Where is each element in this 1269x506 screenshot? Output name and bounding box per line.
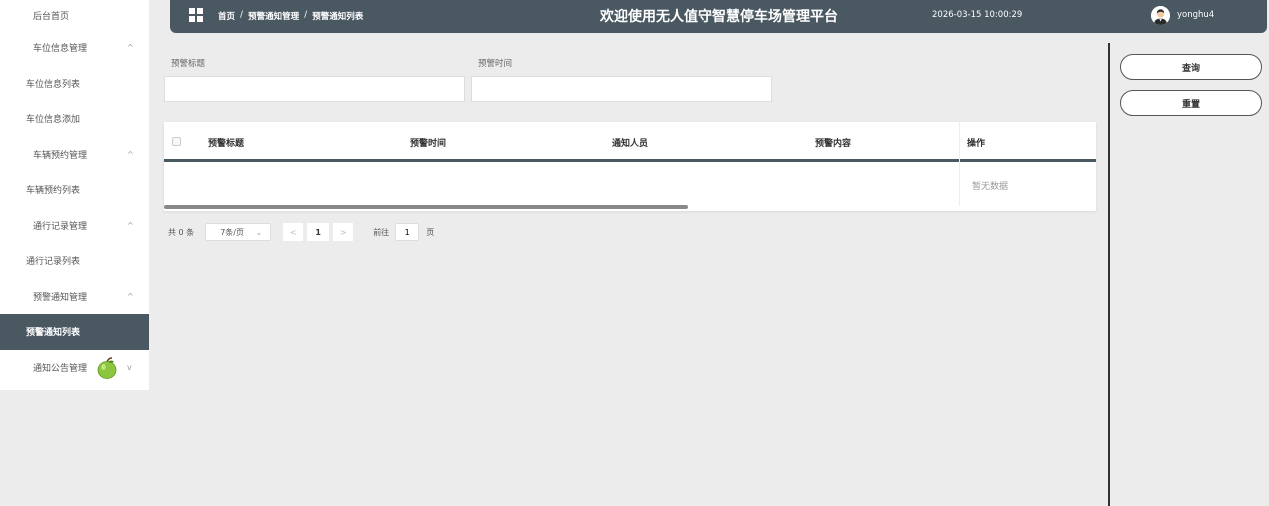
- select-all-checkbox[interactable]: [172, 137, 181, 146]
- horizontal-scrollbar[interactable]: [164, 205, 688, 209]
- goto-suffix: 页: [426, 227, 435, 237]
- header-username[interactable]: yonghu4: [1177, 10, 1214, 20]
- sidebar-item-label: 车辆预约列表: [26, 186, 81, 197]
- sidebar-group-warning-notice[interactable]: 预警通知管理 ^: [0, 279, 149, 315]
- warning-notice-table: 预警标题 预警时间 通知人员 预警内容 操作 暂无数据: [164, 122, 1096, 211]
- breadcrumb-warning-notice-list: 预警通知列表: [312, 12, 364, 22]
- avatar[interactable]: [1151, 6, 1170, 25]
- column-header-content: 预警内容: [815, 139, 852, 149]
- goto-page-input[interactable]: [395, 223, 420, 241]
- sidebar-item-label: 通行记录列表: [26, 257, 81, 268]
- sidebar-item-label: 车位信息列表: [26, 79, 81, 90]
- prev-page-button[interactable]: <: [283, 223, 304, 241]
- sidebar-group-parking-space[interactable]: 车位信息管理 ^: [0, 30, 149, 66]
- sidebar-group-vehicle-reservation[interactable]: 车辆预约管理 ^: [0, 137, 149, 173]
- sidebar-item-label: 车辆预约管理: [33, 150, 88, 161]
- sidebar-item-home[interactable]: 后台首页: [0, 0, 149, 30]
- sidebar-item-warning-notice-list[interactable]: 预警通知列表: [0, 314, 149, 350]
- column-header-time: 预警时间: [410, 139, 447, 149]
- apple-icon: [97, 356, 117, 379]
- sidebar-item-parking-space-list[interactable]: 车位信息列表: [0, 66, 149, 102]
- user-avatar-icon: [1151, 6, 1170, 25]
- breadcrumb-separator: /: [240, 10, 244, 20]
- sidebar-group-pass-records[interactable]: 通行记录管理 ^: [0, 208, 149, 244]
- sidebar: 后台首页 车位信息管理 ^ 车位信息列表 车位信息添加 车辆预约管理 ^ 车辆预…: [0, 0, 149, 390]
- column-header-title: 预警标题: [208, 139, 245, 149]
- table-header: 预警标题 预警时间 通知人员 预警内容 操作: [164, 122, 1096, 162]
- query-button[interactable]: 查询: [1120, 54, 1262, 80]
- sidebar-item-label: 通行记录管理: [33, 221, 88, 232]
- sidebar-item-label: 后台首页: [33, 11, 70, 22]
- header-datetime: 2026-03-15 10:00:29: [932, 10, 1023, 20]
- reset-button[interactable]: 重置: [1120, 90, 1262, 116]
- sidebar-item-label: 预警通知管理: [33, 292, 88, 303]
- chevron-up-icon: ^: [127, 220, 134, 230]
- warning-time-input[interactable]: [471, 76, 772, 102]
- chevron-up-icon: ^: [127, 291, 134, 301]
- sidebar-item-label: 通知公告管理: [33, 363, 88, 374]
- pagination: 共 0 条 7条/页 ⌄ < 1 > 前往 页: [168, 222, 434, 242]
- breadcrumb-warning-notice[interactable]: 预警通知管理: [248, 10, 299, 22]
- chevron-up-icon: ^: [127, 149, 134, 159]
- page-size-value: 7条/页: [220, 227, 244, 237]
- grid-menu-icon[interactable]: [189, 8, 203, 22]
- sidebar-item-pass-records-list[interactable]: 通行记录列表: [0, 243, 149, 279]
- warning-title-label: 预警标题: [171, 59, 206, 69]
- page-size-select[interactable]: 7条/页 ⌄: [205, 223, 272, 241]
- sidebar-item-label: 预警通知列表: [26, 328, 81, 339]
- breadcrumb-separator: /: [304, 10, 308, 20]
- sidebar-item-label: 车位信息管理: [33, 44, 88, 55]
- breadcrumb: 首页 / 预警通知管理 / 预警通知列表: [218, 10, 363, 22]
- page-number-1[interactable]: 1: [307, 223, 330, 241]
- actions-column: [959, 122, 1096, 206]
- chevron-down-icon: v: [127, 362, 132, 372]
- warning-time-label: 预警时间: [478, 59, 513, 69]
- warning-title-input[interactable]: [164, 76, 465, 102]
- sidebar-item-parking-space-add[interactable]: 车位信息添加: [0, 101, 149, 137]
- breadcrumb-home[interactable]: 首页: [218, 10, 235, 22]
- total-count: 共 0 条: [168, 227, 195, 237]
- chevron-up-icon: ^: [127, 43, 134, 53]
- next-page-button[interactable]: >: [333, 223, 354, 241]
- sidebar-item-label: 车位信息添加: [26, 115, 81, 126]
- panel-divider: [1108, 43, 1110, 506]
- goto-label: 前往: [373, 227, 390, 237]
- chevron-down-icon: ⌄: [255, 227, 263, 237]
- sidebar-item-vehicle-reservation-list[interactable]: 车辆预约列表: [0, 172, 149, 208]
- page-title: 欢迎使用无人值守智慧停车场管理平台: [600, 9, 838, 25]
- top-header: 首页 / 预警通知管理 / 预警通知列表 欢迎使用无人值守智慧停车场管理平台 2…: [170, 0, 1267, 33]
- column-header-notified-person: 通知人员: [612, 139, 649, 149]
- empty-text: 暂无数据: [972, 182, 1009, 192]
- sidebar-group-announcement[interactable]: 通知公告管理 v: [0, 350, 149, 386]
